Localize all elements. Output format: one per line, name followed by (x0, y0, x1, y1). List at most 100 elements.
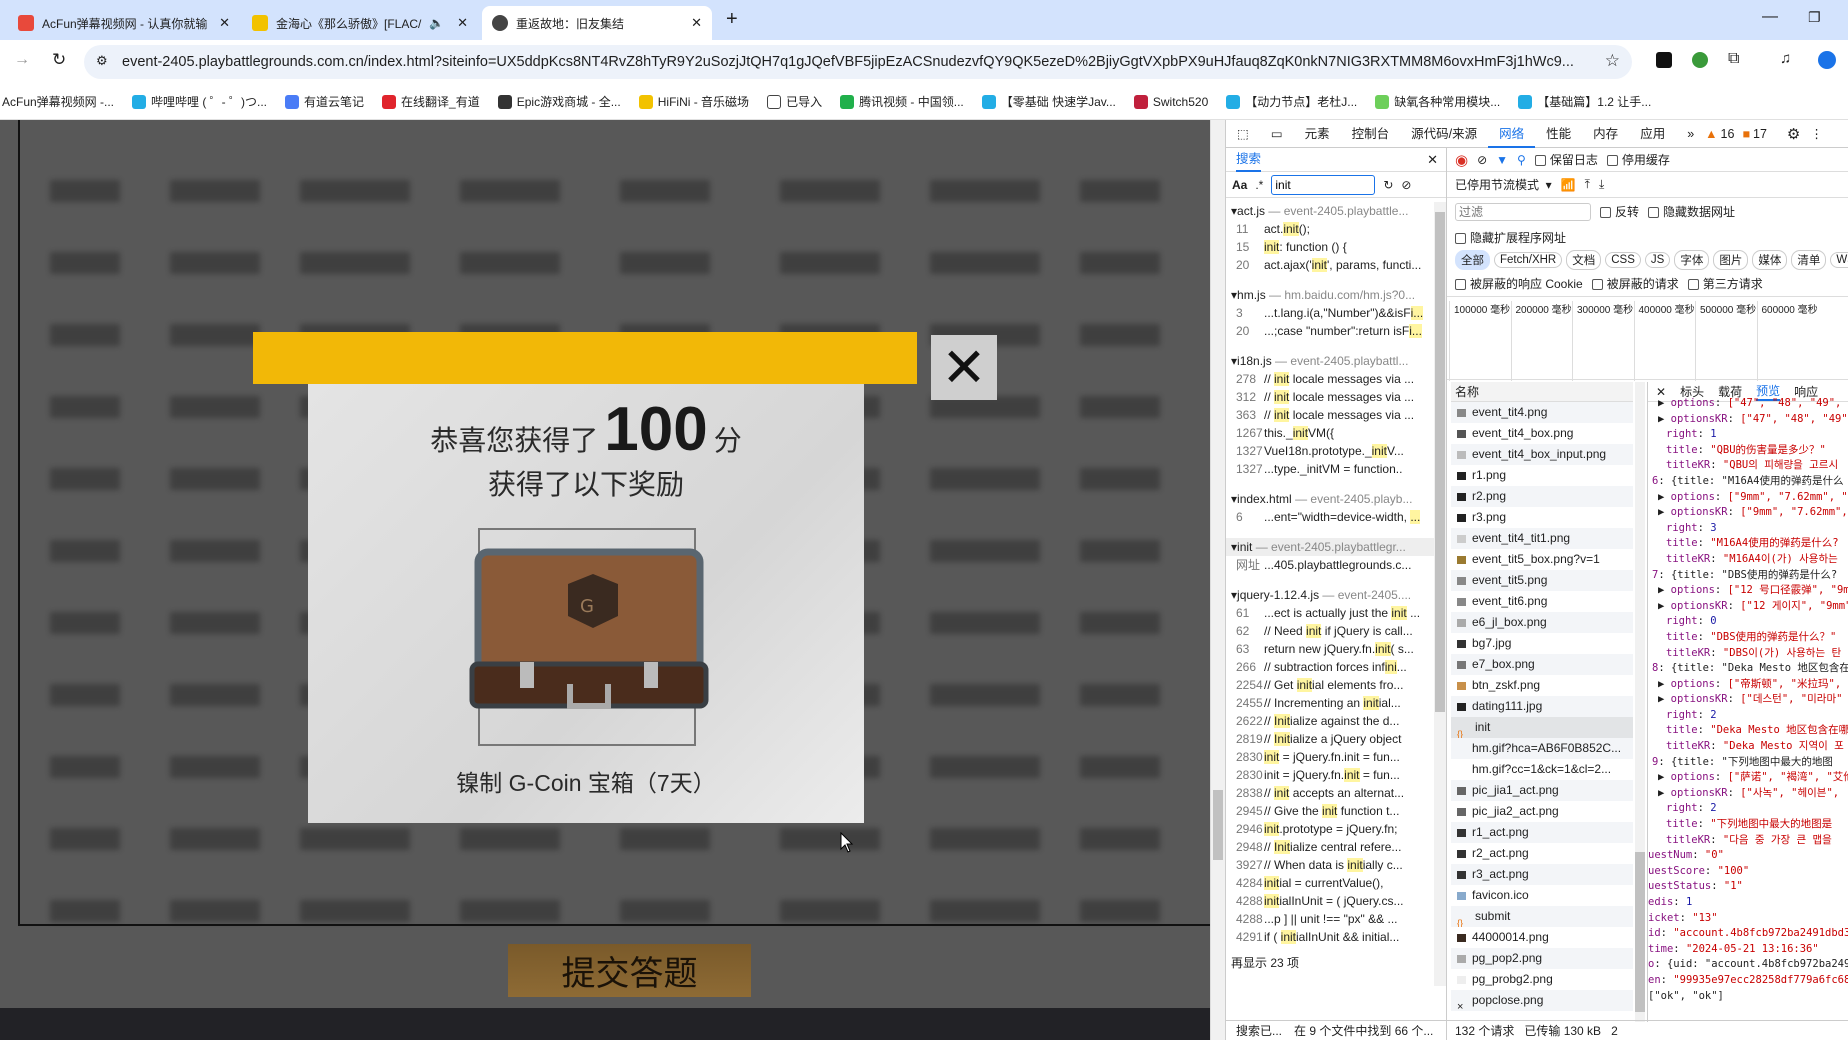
request-row[interactable]: {} init (1451, 717, 1633, 738)
regex-toggle[interactable]: .* (1255, 178, 1263, 192)
type-filter-button[interactable]: JS (1644, 252, 1671, 268)
request-list-scrollbar[interactable] (1635, 382, 1645, 1022)
search-result-line[interactable]: 1267this._initVM({ (1226, 424, 1434, 442)
preview-line[interactable]: right: 2 (1648, 708, 1848, 724)
preview-line[interactable]: title: "M16A4使用的弹药是什么? (1648, 536, 1848, 552)
preview-line[interactable]: 8: {title: "Deka Mesto 地区包含在 (1648, 661, 1848, 677)
media-control-icon[interactable]: ♫ (1780, 50, 1791, 67)
preview-line[interactable]: right: 2 (1648, 801, 1848, 817)
bookmark-item[interactable]: 腾讯视频 - 中国领... (840, 93, 964, 110)
throttle-select[interactable]: 已停用节流模式 ▾ (1455, 176, 1552, 193)
preview-line[interactable]: title: "下列地图中最大的地图是 (1648, 817, 1848, 833)
preview-line[interactable]: uestNum: "0" (1648, 848, 1848, 864)
preview-line[interactable]: uestStatus: "1" (1648, 879, 1848, 895)
request-row[interactable]: {} submit (1451, 906, 1633, 927)
search-result-file[interactable]: ▾init — event-2405.playbattlegr... (1226, 538, 1434, 556)
address-bar[interactable]: ⚙ event-2405.playbattlegrounds.com.cn/in… (84, 45, 1632, 79)
third-party-checkbox[interactable]: 第三方请求 (1687, 275, 1763, 292)
search-result-line[interactable]: 2948// Initialize central refere... (1226, 838, 1434, 856)
request-row[interactable]: event_tit4_box_input.png (1451, 444, 1633, 465)
show-more-results[interactable]: 再显示 23 项 (1226, 954, 1434, 972)
search-result-line[interactable]: 3 ...t.lang.i(a,"Number")&&isFi... (1226, 304, 1434, 322)
browser-tab-acfun[interactable]: AcFun弹幕视频网 - 认真你就输 ✕ (8, 6, 240, 40)
request-row[interactable]: pic_jia1_act.png (1451, 780, 1633, 801)
clear-log-icon[interactable]: ⊘ (1477, 153, 1487, 167)
preserve-log-checkbox[interactable]: 保留日志 (1534, 151, 1598, 168)
request-row[interactable]: r2.png (1451, 486, 1633, 507)
search-result-file[interactable]: ▾jquery-1.12.4.js — event-2405.... (1226, 586, 1434, 604)
preview-line[interactable]: title: "DBS使用的弹药是什么？" (1648, 630, 1848, 646)
search-result-line[interactable]: 20 act.ajax('init', params, functi... (1226, 256, 1434, 274)
preview-line[interactable]: ▶ options: ["9mm", "7.62mm", ".4 (1648, 490, 1848, 506)
speaker-icon[interactable]: 🔈 (429, 16, 444, 30)
preview-line[interactable]: ▶ options: ["帝斯顿", "米拉玛", (1648, 677, 1848, 693)
search-result-file[interactable]: ▾hm.js — hm.baidu.com/hm.js?0... (1226, 286, 1434, 304)
page-scrollbar[interactable] (1210, 120, 1225, 1040)
type-filter-button[interactable]: 文档 (1566, 250, 1602, 270)
search-result-line[interactable]: 4288...p ] || unit !== "px" && ... (1226, 910, 1434, 928)
hide-data-urls-checkbox[interactable]: 隐藏数据网址 (1648, 203, 1735, 220)
devtools-tab[interactable]: 内存 (1582, 120, 1629, 148)
preview-line[interactable]: 6: {title: "M16A4使用的弹药是什么 (1648, 474, 1848, 490)
bookmark-item[interactable]: 有道云笔记 (285, 93, 364, 110)
preview-line[interactable]: ▶ optionsKR: ["47", "48", "49", (1648, 412, 1848, 428)
preview-line[interactable]: title: "QBU的伤害量是多少？" (1648, 443, 1848, 459)
expand-arrow[interactable]: ▶ (1658, 600, 1671, 612)
submit-answers-button[interactable]: 提交答题 (508, 944, 751, 997)
request-row[interactable]: × popclose.png (1451, 990, 1633, 1011)
type-filter-button[interactable]: WS (1830, 252, 1848, 268)
preview-line[interactable]: ▶ options: ["萨诺", "褐湾", "艾伦 (1648, 770, 1848, 786)
expand-arrow[interactable]: ▶ (1658, 678, 1671, 690)
search-result-line[interactable]: 4284initial = currentValue(), (1226, 874, 1434, 892)
devtools-tab[interactable]: 应用 (1629, 120, 1676, 148)
preview-line[interactable]: title: "Deka Mesto 地区包含在哪 (1648, 723, 1848, 739)
type-filter-button[interactable]: CSS (1605, 252, 1641, 268)
preview-line[interactable]: id: "account.4b8fcb972ba2491dbd31 (1648, 926, 1848, 942)
preview-line[interactable]: right: 0 (1648, 614, 1848, 630)
browser-tab-music[interactable]: 金海心《那么骄傲》[FLAC/ 🔈 ✕ (242, 6, 478, 40)
record-stop-icon[interactable]: ◉ (1455, 151, 1468, 169)
search-result-line[interactable]: 4288initialInUnit = ( jQuery.cs... (1226, 892, 1434, 910)
expand-arrow[interactable]: ▶ (1658, 506, 1671, 518)
preview-line[interactable]: ["ok", "ok"] (1648, 989, 1848, 1005)
type-filter-button[interactable]: 图片 (1713, 250, 1749, 270)
bookmark-item[interactable]: Epic游戏商城 - 全... (497, 93, 621, 110)
preview-line[interactable]: right: 1 (1648, 427, 1848, 443)
network-conditions-icon[interactable]: 📶 (1561, 178, 1576, 192)
request-row[interactable]: event_tit6.png (1451, 591, 1633, 612)
request-row[interactable]: event_tit4_tit1.png (1451, 528, 1633, 549)
expand-arrow[interactable]: ▶ (1658, 413, 1671, 425)
type-filter-button[interactable]: 字体 (1674, 250, 1710, 270)
close-search-icon[interactable]: ✕ (1427, 152, 1438, 168)
preview-line[interactable]: time: "2024-05-21 13:16:36" (1648, 942, 1848, 958)
preview-line[interactable]: titleKR: "M16A4이(가) 사용하는 (1648, 552, 1848, 568)
search-result-line[interactable]: 6 ...ent="width=device-width, ... (1226, 508, 1434, 526)
network-overview-timeline[interactable]: 100000 毫秒 200000 毫秒 300000 毫秒 400000 毫秒 5000… (1447, 296, 1848, 381)
disable-cache-checkbox[interactable]: 停用缓存 (1606, 151, 1670, 168)
bookmark-item[interactable]: 缺氧各种常用模块... (1375, 93, 1500, 110)
close-tab-icon[interactable]: ✕ (457, 15, 468, 31)
type-filter-button[interactable]: 清单 (1791, 250, 1827, 270)
page-scrollbar-thumb[interactable] (1213, 790, 1223, 860)
hide-extension-urls-checkbox[interactable]: 隐藏扩展程序网址 (1455, 229, 1566, 246)
popup-close-button[interactable]: ✕ (931, 335, 997, 400)
search-result-line[interactable]: 网址 ...405.playbattlegrounds.c... (1226, 556, 1434, 574)
preview-line[interactable]: titleKR: "DBS이(가) 사용하는 탄 (1648, 646, 1848, 662)
request-row[interactable]: pg_probg2.png (1451, 969, 1633, 990)
search-result-line[interactable]: 62 // Need init if jQuery is call... (1226, 622, 1434, 640)
warnings-count[interactable]: 16 (1721, 127, 1735, 141)
extension-icon[interactable] (1656, 52, 1672, 68)
preview-line[interactable]: 7: {title: "DBS使用的弹药是什么? (1648, 568, 1848, 584)
refresh-search-icon[interactable]: ↻ (1383, 178, 1393, 192)
search-result-line[interactable]: 2455// Incrementing an initial... (1226, 694, 1434, 712)
invert-checkbox[interactable]: 反转 (1600, 203, 1639, 220)
search-result-line[interactable]: 278 // init locale messages via ... (1226, 370, 1434, 388)
extension-globe-icon[interactable] (1692, 52, 1708, 68)
search-panel-title[interactable]: 搜索 (1236, 148, 1262, 172)
search-result-file[interactable]: ▾i18n.js — event-2405.playbattl... (1226, 352, 1434, 370)
search-result-line[interactable]: 2838// init accepts an alternat... (1226, 784, 1434, 802)
request-row[interactable]: hm.gif?cc=1&ck=1&cl=2... (1451, 759, 1633, 780)
type-filter-button[interactable]: 媒体 (1752, 250, 1788, 270)
preview-line[interactable]: titleKR: "Deka Mesto 지역이 포 (1648, 739, 1848, 755)
request-row[interactable]: event_tit5.png (1451, 570, 1633, 591)
